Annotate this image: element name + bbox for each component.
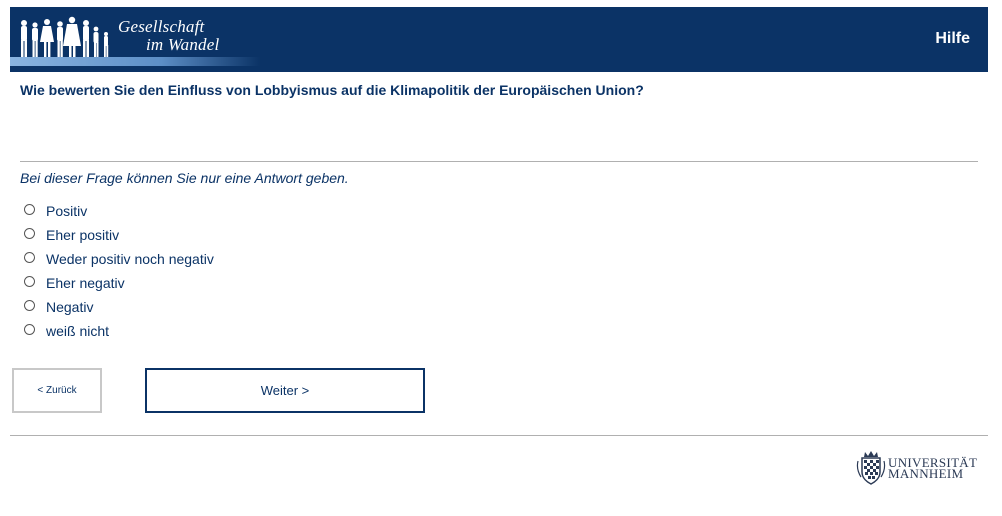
- gesellschaft-im-wandel-logo: Gesellschaft im Wandel: [10, 7, 260, 72]
- option-weiss-nicht[interactable]: weiß nicht: [24, 319, 214, 343]
- option-label: weiß nicht: [46, 323, 110, 339]
- option-label: Eher positiv: [46, 227, 120, 243]
- option-label: Eher negativ: [46, 275, 125, 291]
- question-text: Wie bewerten Sie den Einfluss von Lobbyi…: [20, 82, 644, 98]
- question-instruction: Bei dieser Frage können Sie nur eine Ant…: [20, 170, 349, 186]
- back-button[interactable]: < Zurück: [12, 368, 102, 413]
- option-positiv[interactable]: Positiv: [24, 199, 214, 223]
- radio-button[interactable]: [24, 203, 35, 215]
- university-crest-icon: [856, 451, 886, 485]
- universitaet-mannheim-logo: UNIVERSITÄT MANNHEIM: [856, 449, 990, 487]
- logo-text: Gesellschaft im Wandel: [118, 18, 219, 54]
- header-bar: Gesellschaft im Wandel Hilfe: [10, 7, 988, 72]
- option-eher-positiv[interactable]: Eher positiv: [24, 223, 214, 247]
- footer-divider: [10, 435, 988, 436]
- option-weder-noch[interactable]: Weder positiv noch negativ: [24, 247, 214, 271]
- logo-line-2: im Wandel: [146, 35, 220, 54]
- help-link[interactable]: Hilfe: [935, 30, 970, 48]
- option-label: Weder positiv noch negativ: [46, 251, 214, 267]
- option-label: Positiv: [46, 203, 88, 219]
- radio-button[interactable]: [24, 323, 35, 335]
- radio-button[interactable]: [24, 275, 35, 287]
- logo-line-1: Gesellschaft: [118, 17, 205, 36]
- radio-button[interactable]: [24, 227, 35, 239]
- option-eher-negativ[interactable]: Eher negativ: [24, 271, 214, 295]
- radio-button[interactable]: [24, 299, 35, 311]
- radio-button[interactable]: [24, 251, 35, 263]
- option-label: Negativ: [46, 299, 94, 315]
- survey-page: Gesellschaft im Wandel Hilfe Wie bewerte…: [0, 0, 1002, 516]
- answer-options: Positiv Eher positiv Weder positiv noch …: [24, 199, 214, 343]
- university-name: UNIVERSITÄT MANNHEIM: [888, 456, 977, 480]
- next-button[interactable]: Weiter >: [145, 368, 425, 413]
- divider: [20, 161, 978, 162]
- option-negativ[interactable]: Negativ: [24, 295, 214, 319]
